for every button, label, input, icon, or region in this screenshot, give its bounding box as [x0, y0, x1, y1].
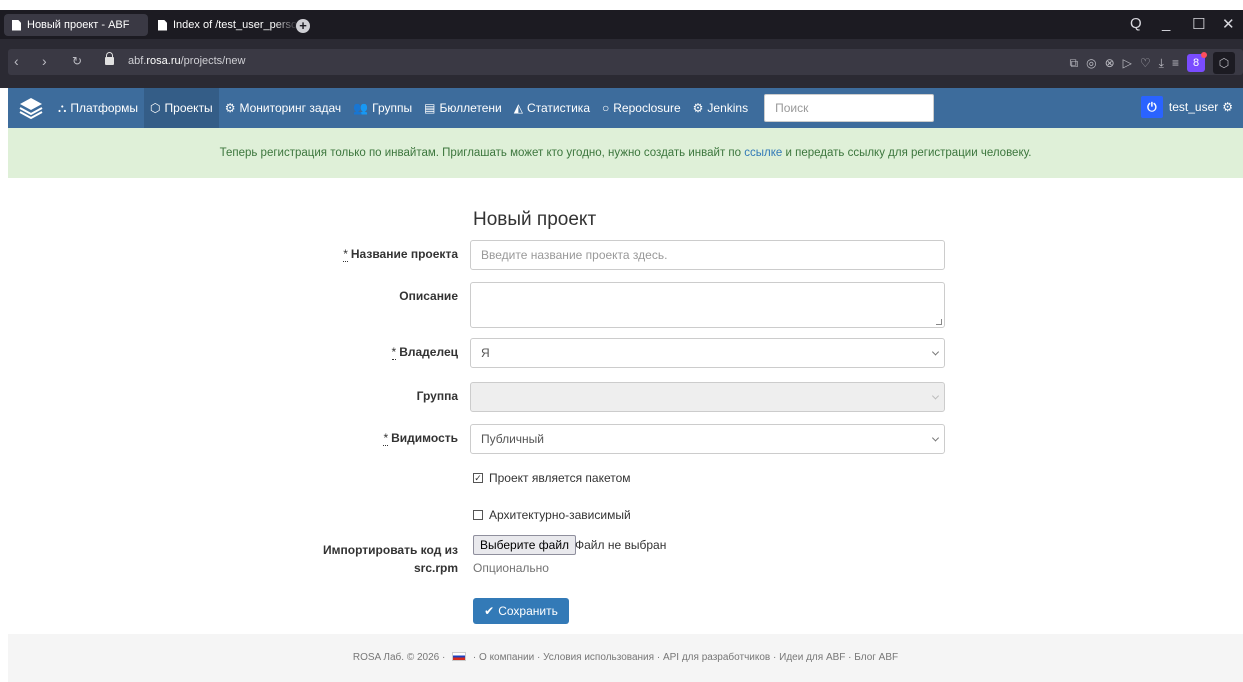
- play-icon[interactable]: ▷: [1123, 56, 1132, 70]
- nav-bulletins[interactable]: ▤ Бюллетени: [418, 88, 508, 128]
- nav-groups[interactable]: 👥 Группы: [347, 88, 418, 128]
- gear-icon[interactable]: ⚙: [1222, 100, 1233, 114]
- footer-link-blog[interactable]: Блог ABF: [854, 652, 898, 663]
- nav-task-monitoring[interactable]: ⚙ Мониторинг задач: [219, 88, 348, 128]
- resize-handle-icon[interactable]: [936, 319, 942, 325]
- search-input[interactable]: Поиск: [764, 94, 935, 122]
- newspaper-icon: ▤: [424, 101, 436, 115]
- screenshot-icon[interactable]: ⧉: [1070, 56, 1079, 71]
- chevron-down-icon: [931, 434, 940, 442]
- owner-label: * Владелец: [391, 345, 458, 360]
- file-status: Файл не выбран: [575, 538, 667, 552]
- chevron-down-icon: [931, 392, 940, 400]
- platforms-icon: ⛬: [58, 100, 67, 115]
- page-title: Новый проект: [473, 209, 597, 230]
- chevron-down-icon: [931, 348, 940, 356]
- username: test_user: [1168, 100, 1219, 114]
- area-chart-icon: ◭: [513, 101, 523, 115]
- group-select: [470, 382, 945, 412]
- camera-icon[interactable]: ◎: [1086, 56, 1096, 70]
- nav-platforms[interactable]: ⛬ Платформы: [52, 88, 144, 128]
- user-menu[interactable]: ⏻ test_user ⚙: [1140, 96, 1233, 118]
- lock-icon: [105, 52, 114, 65]
- browser-toolbar-icons: ⧉ ◎ ⊗ ▷ ♡ ⤓ ≡ 8 ⬡: [1070, 52, 1235, 74]
- power-icon[interactable]: ⏻: [1140, 96, 1163, 118]
- nav-repoclosure[interactable]: ○ Repoclosure: [596, 88, 687, 128]
- group-icon: 👥: [353, 101, 369, 115]
- browser-tab[interactable]: Index of /test_user_person: [150, 14, 298, 36]
- project-name-input[interactable]: Введите название проекта здесь.: [470, 240, 945, 270]
- import-help-text: Опционально: [473, 561, 549, 575]
- reload-icon[interactable]: ↻: [72, 54, 82, 68]
- visibility-select[interactable]: Публичный: [470, 424, 945, 454]
- browser-tab-active[interactable]: Новый проект - ABF: [4, 14, 148, 36]
- nav-projects[interactable]: ⬡ Проекты: [144, 88, 219, 128]
- forward-icon[interactable]: ›: [42, 53, 47, 69]
- description-label: Описание: [399, 289, 458, 303]
- footer-link-api[interactable]: API для разработчиков: [663, 652, 770, 663]
- heart-icon[interactable]: ♡: [1140, 56, 1151, 70]
- cube-icon[interactable]: ⬡: [1213, 52, 1235, 74]
- description-textarea[interactable]: [470, 282, 945, 328]
- minimize-icon[interactable]: _: [1162, 15, 1170, 32]
- browser-tab-bar: Новый проект - ABF Index of /test_user_p…: [0, 10, 1243, 39]
- circle-icon: ○: [602, 101, 610, 115]
- footer-link-terms[interactable]: Условия использования: [543, 652, 654, 663]
- import-label: Импортировать код из src.rpm: [323, 543, 458, 575]
- page-content: ⛬ Платформы ⬡ Проекты ⚙ Мониторинг задач 👥 Г…: [8, 88, 1243, 682]
- search-icon[interactable]: Q: [1130, 15, 1142, 32]
- document-icon: [158, 19, 167, 31]
- nav-jenkins[interactable]: ⚙ Jenkins: [687, 88, 754, 128]
- checkbox-empty-icon[interactable]: [473, 510, 483, 520]
- project-name-label: * Название проекта: [343, 247, 458, 262]
- close-icon[interactable]: ✕: [1222, 15, 1235, 33]
- check-icon: ✔: [484, 604, 495, 618]
- is-package-checkbox[interactable]: ✓ Проект является пакетом: [473, 471, 631, 485]
- footer: ROSA Лаб. © 2026 · · О компании · Услови…: [8, 634, 1243, 682]
- url-bar[interactable]: ‹ › ↻ abf.rosa.ru/projects/new ⧉ ◎ ⊗ ▷ ♡…: [8, 49, 1243, 75]
- arch-dependent-checkbox[interactable]: Архитектурно-зависимый: [473, 508, 631, 522]
- footer-link-ideas[interactable]: Идеи для ABF: [779, 652, 845, 663]
- invite-link[interactable]: ссылке: [744, 147, 782, 159]
- russia-flag-icon[interactable]: [452, 652, 467, 661]
- main-navbar: ⛬ Платформы ⬡ Проекты ⚙ Мониторинг задач 👥 Г…: [8, 88, 1243, 128]
- shield-icon[interactable]: ⊗: [1105, 56, 1115, 70]
- save-button[interactable]: ✔ Сохранить: [473, 598, 569, 624]
- nav-statistics[interactable]: ◭ Статистика: [508, 88, 596, 128]
- footer-link-about[interactable]: О компании: [479, 652, 534, 663]
- tab-title: Новый проект - ABF: [27, 19, 130, 31]
- cogs-icon: ⚙: [692, 101, 704, 115]
- cogs-icon: ⚙: [224, 101, 236, 115]
- url-text[interactable]: abf.rosa.ru/projects/new: [128, 55, 245, 67]
- choose-file-button[interactable]: Выберите файл: [473, 535, 577, 555]
- projects-icon: ⬡: [150, 101, 161, 115]
- maximize-icon[interactable]: ☐: [1192, 15, 1205, 33]
- owner-select[interactable]: Я: [470, 338, 945, 368]
- abf-logo-icon[interactable]: [18, 95, 44, 121]
- back-icon[interactable]: ‹: [14, 53, 19, 69]
- browser-address-bar: ‹ › ↻ abf.rosa.ru/projects/new ⧉ ◎ ⊗ ▷ ♡…: [0, 39, 1243, 88]
- invite-alert: Теперь регистрация только по инвайтам. П…: [8, 128, 1243, 178]
- group-label: Группа: [416, 389, 458, 403]
- download-icon[interactable]: ⤓: [1159, 56, 1164, 71]
- extension-icon[interactable]: 8: [1187, 52, 1207, 72]
- menu-icon[interactable]: ≡: [1172, 56, 1179, 70]
- visibility-label: * Видимость: [383, 431, 458, 446]
- checkbox-checked-icon[interactable]: ✓: [473, 473, 483, 483]
- plus-icon[interactable]: +: [296, 19, 310, 33]
- document-icon: [12, 19, 21, 31]
